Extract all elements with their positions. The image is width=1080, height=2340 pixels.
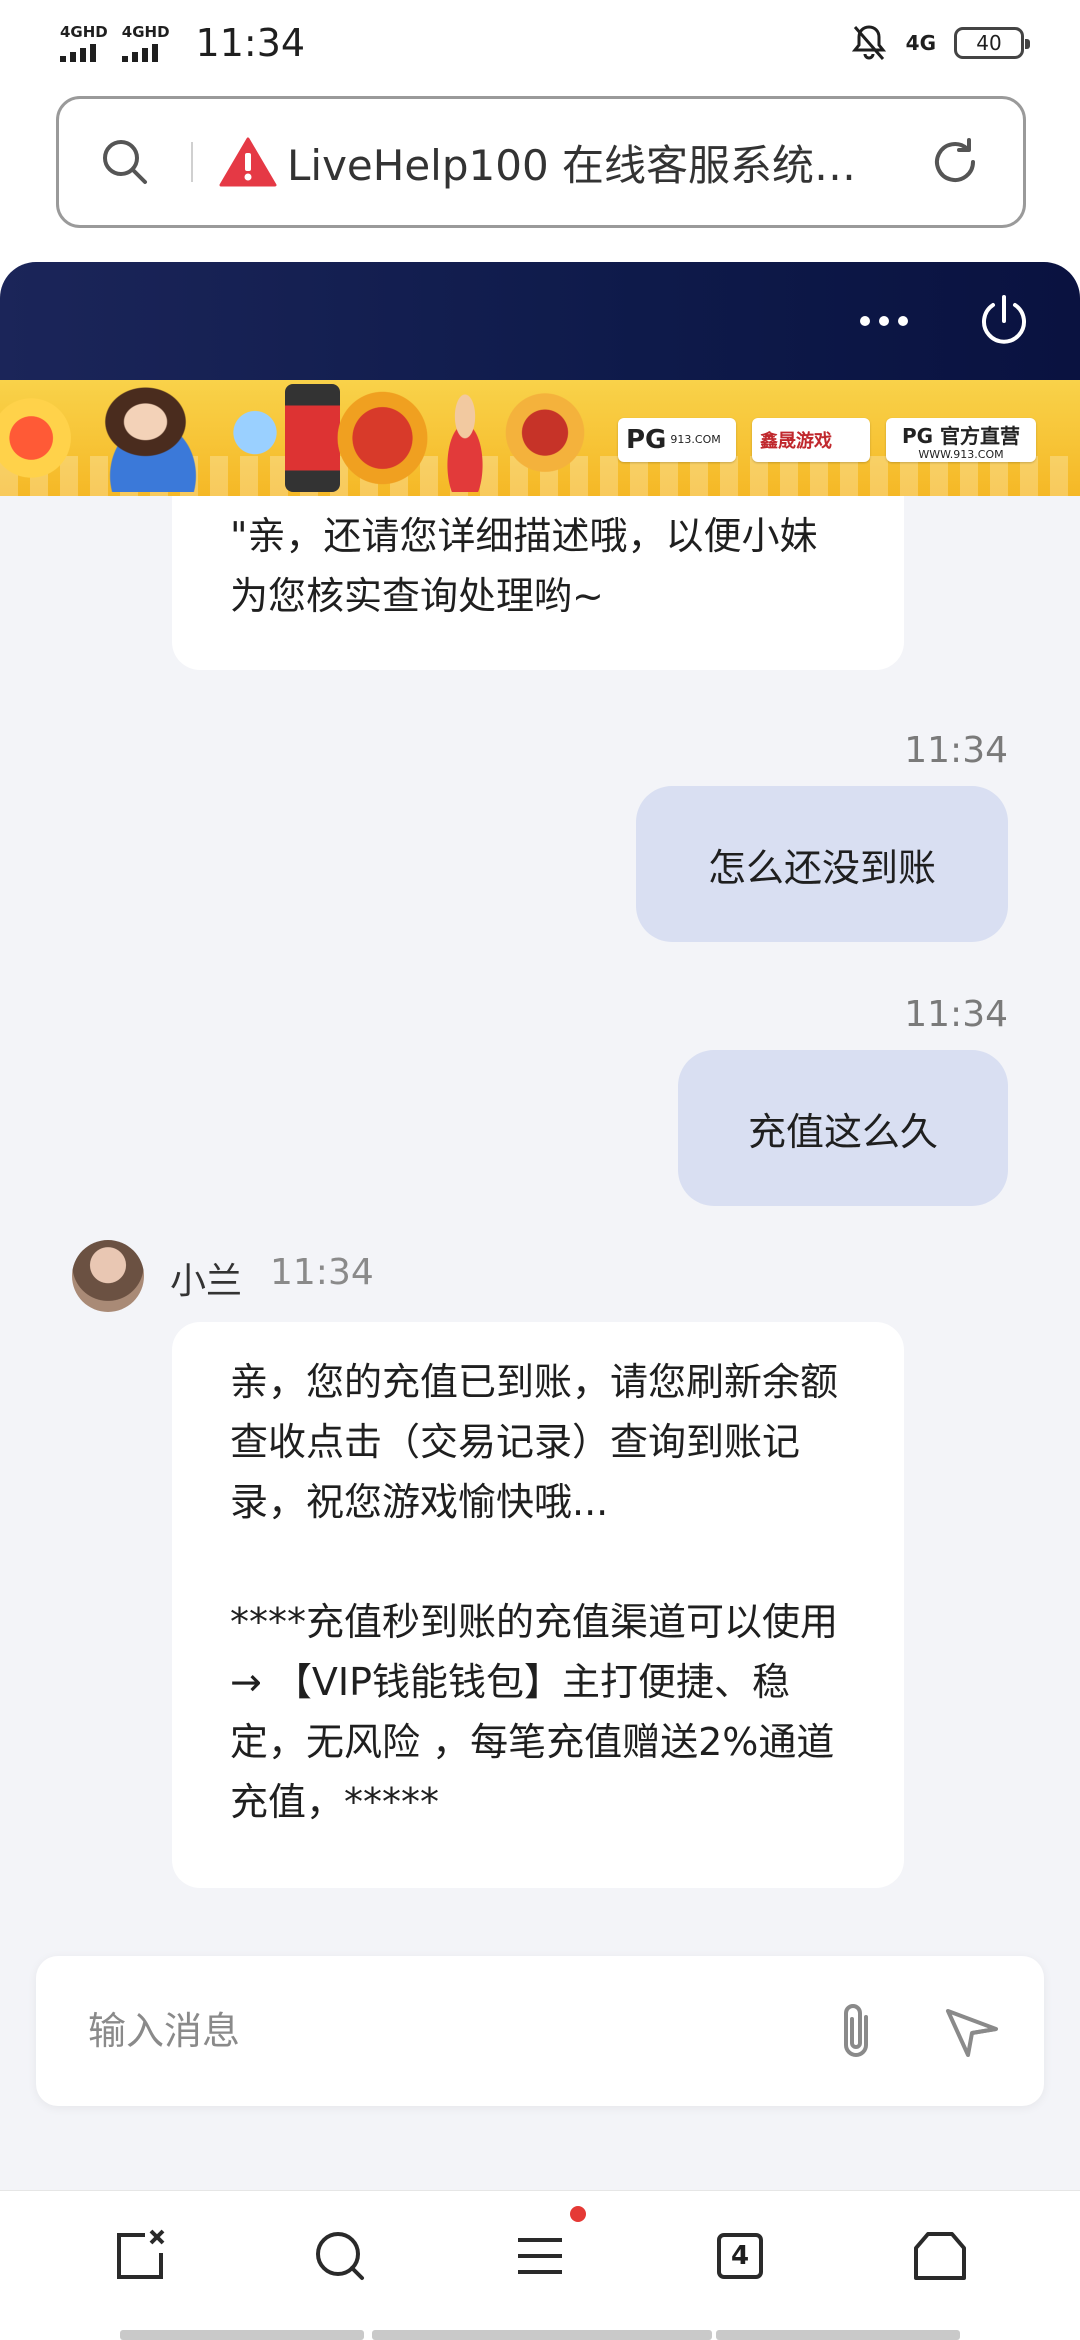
more-icon <box>860 316 908 326</box>
user-message-bubble: 怎么还没到账 <box>636 786 1008 942</box>
pg-logo-3: PG 官方直营 WWW.913.COM <box>886 418 1036 462</box>
power-icon[interactable] <box>974 291 1034 351</box>
pg-logo-1: PG 913.COM <box>618 418 736 462</box>
search-button[interactable] <box>308 2224 372 2288</box>
agent-name: 小兰 <box>170 1261 243 1302</box>
sim2-label: 4GHD <box>121 23 170 41</box>
user-message-text: 充值这么久 <box>747 1109 938 1154</box>
page-title[interactable]: LiveHelp100 在线客服系统… <box>287 132 897 193</box>
promo-banner[interactable]: PG 913.COM 鑫晟游戏 PG 官方直营 WWW.913.COM <box>0 380 1080 496</box>
pg-logo-3-text: PG 官方直营 <box>901 423 1021 448</box>
chat-header <box>0 262 1080 380</box>
edit-close-icon <box>117 2229 165 2279</box>
notification-dot <box>570 2205 586 2222</box>
send-icon[interactable] <box>942 2001 1002 2061</box>
gesture-bar <box>120 2330 364 2340</box>
agent-avatar[interactable] <box>72 1240 144 1312</box>
pg-logo-1-text: PG <box>626 425 667 455</box>
menu-button[interactable] <box>508 2205 586 2288</box>
message-time: 11:34 <box>904 730 1008 771</box>
status-bar: 4GHD 4GHD 11:34 4G 40 <box>0 0 1080 86</box>
gesture-bar <box>716 2330 960 2340</box>
banner-art-god <box>490 384 600 492</box>
tabs-count: 4 <box>717 2232 763 2279</box>
signal-sim2-icon: 4GHD <box>121 23 170 62</box>
agent-message-text: "亲，还请您详细描述哦，以便小妹为您核实查询处理哟~ <box>230 514 818 618</box>
attachment-icon[interactable] <box>826 1999 886 2063</box>
message-composer <box>36 1956 1044 2106</box>
brand-logo-2: 鑫晟游戏 <box>752 418 870 462</box>
reload-icon[interactable] <box>927 134 983 190</box>
address-divider <box>191 142 193 182</box>
battery-icon: 40 <box>954 27 1030 59</box>
gesture-bar <box>372 2330 712 2340</box>
message-time: 11:34 <box>270 1252 374 1293</box>
warning-icon[interactable] <box>219 136 277 188</box>
status-time: 11:34 <box>195 21 306 65</box>
chat-area[interactable]: "亲，还请您详细描述哦，以便小妹为您核实查询处理哟~ 11:34 怎么还没到账 … <box>0 496 1080 2190</box>
banner-art-agent <box>78 384 228 492</box>
sim1-label: 4GHD <box>60 23 108 41</box>
menu-icon <box>518 2237 562 2274</box>
network-type: 4G <box>905 31 936 55</box>
brand-logo-2-text: 鑫晟游戏 <box>760 431 832 452</box>
search-icon <box>316 2231 364 2280</box>
browser-bottom-nav: 4 <box>0 2190 1080 2340</box>
banner-art-coins <box>0 384 78 492</box>
address-bar[interactable]: LiveHelp100 在线客服系统… <box>56 96 1026 228</box>
message-input[interactable] <box>88 2009 826 2053</box>
banner-art-dragon <box>330 384 435 492</box>
close-tab-button[interactable] <box>108 2224 172 2288</box>
battery-level: 40 <box>976 31 1002 55</box>
home-icon <box>914 2231 966 2280</box>
pg-logo-3-small: WWW.913.COM <box>918 447 1004 461</box>
banner-art-mascot <box>225 384 285 492</box>
message-time: 11:34 <box>904 994 1008 1035</box>
agent-message-bubble: "亲，还请您详细描述哦，以便小妹为您核实查询处理哟~ <box>172 496 904 670</box>
user-message-bubble: 充值这么久 <box>678 1050 1008 1206</box>
signal-sim1-icon: 4GHD <box>60 24 108 62</box>
home-button[interactable] <box>908 2224 972 2288</box>
more-options-button[interactable] <box>854 291 914 351</box>
bell-muted-icon <box>851 25 886 60</box>
agent-message-bubble: 亲，您的充值已到账，请您刷新余额查收点击（交易记录）查询到账记录，祝您游戏愉快哦… <box>172 1322 904 1888</box>
pg-logo-1-small: 913.COM <box>670 433 721 446</box>
tabs-button[interactable]: 4 <box>708 2224 772 2288</box>
agent-message-text: 亲，您的充值已到账，请您刷新余额查收点击（交易记录）查询到账记录，祝您游戏愉快哦… <box>230 1360 839 1824</box>
user-message-text: 怎么还没到账 <box>707 845 936 890</box>
search-icon[interactable] <box>99 136 151 188</box>
